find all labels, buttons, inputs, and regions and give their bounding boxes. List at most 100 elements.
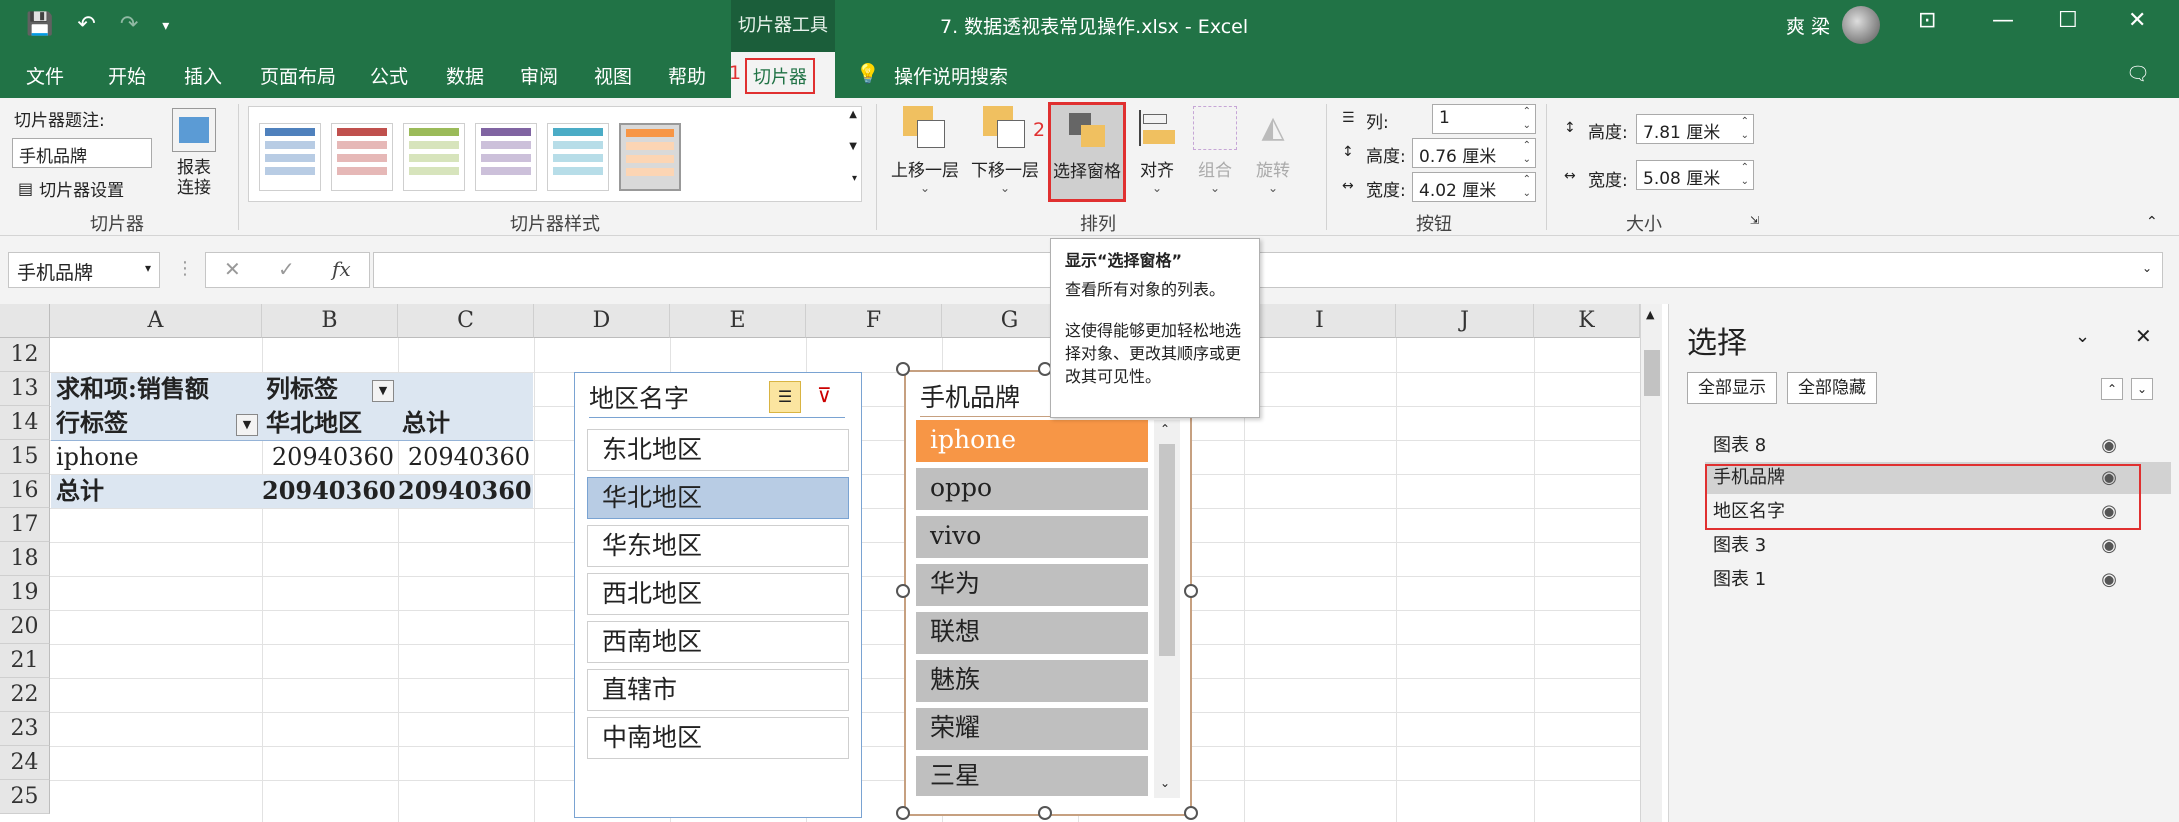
slicer-region-item[interactable]: 华东地区 — [587, 525, 849, 567]
slicer-brand-item[interactable]: 三星 — [916, 756, 1148, 796]
width-spinner[interactable]: ⌃ ⌄ — [1741, 161, 1749, 189]
slicer-brand[interactable]: 手机品牌 iphone oppo vivo 华为 联想 魅族 荣耀 三星 ⌃ ⌄ — [904, 370, 1192, 816]
height-spinner[interactable]: ⌃ ⌄ — [1741, 115, 1749, 143]
slicer-brand-item[interactable]: 联想 — [916, 612, 1148, 654]
column-header-k[interactable]: K — [1534, 304, 1640, 338]
slicer-region-item[interactable]: 西北地区 — [587, 573, 849, 615]
send-backward-order-icon[interactable]: ⌄ — [2131, 378, 2153, 400]
row-header-21[interactable]: 21 — [0, 644, 50, 678]
resize-handle[interactable] — [896, 362, 910, 376]
row-header-25[interactable]: 25 — [0, 780, 50, 814]
eye-icon[interactable]: ◉ — [2101, 564, 2117, 596]
row-header-24[interactable]: 24 — [0, 746, 50, 780]
pivot-grand-total-b[interactable]: 20940360 — [262, 474, 396, 508]
eye-icon[interactable]: ◉ — [2101, 430, 2117, 462]
slicer-region-item-selected[interactable]: 华北地区 — [587, 477, 849, 519]
button-height-spinner[interactable]: ⌃ ⌄ — [1523, 139, 1531, 167]
worksheet-grid[interactable]: A B C D E F G H I J K 12 13 14 15 16 17 … — [0, 304, 1640, 822]
column-header-d[interactable]: D — [534, 304, 670, 338]
multi-select-icon[interactable]: ☰ — [769, 381, 801, 413]
object-row-chart8[interactable]: 图表 8 ◉ — [1705, 430, 2145, 462]
resize-handle[interactable] — [1184, 806, 1198, 820]
object-row-chart3[interactable]: 图表 3 ◉ — [1705, 530, 2145, 562]
pivot-column-label[interactable]: 列标签 — [266, 372, 338, 406]
slicer-styles-gallery[interactable]: ▲ ▼ ▾ — [248, 106, 862, 202]
column-header-b[interactable]: B — [262, 304, 398, 338]
select-all-corner[interactable] — [0, 304, 50, 338]
button-width-spinner[interactable]: ⌃ ⌄ — [1523, 173, 1531, 201]
tab-review[interactable]: 审阅 — [520, 62, 558, 89]
collapse-ribbon-icon[interactable]: ⌃ — [2146, 214, 2158, 230]
row-header-13[interactable]: 13 — [0, 372, 50, 406]
tab-formulas[interactable]: 公式 — [370, 62, 408, 89]
tab-view[interactable]: 视图 — [594, 62, 632, 89]
height-input[interactable]: 7.81 厘米 ⌃ ⌄ — [1636, 114, 1754, 144]
resize-handle[interactable] — [896, 806, 910, 820]
gallery-down-icon[interactable]: ▼ — [849, 141, 857, 152]
expand-formula-icon[interactable]: ⌄ — [2142, 261, 2152, 275]
style-aqua[interactable] — [547, 123, 609, 191]
style-green[interactable] — [403, 123, 465, 191]
slicer-region-item[interactable]: 东北地区 — [587, 429, 849, 471]
user-name[interactable]: 爽 梁 — [1786, 12, 1830, 39]
formula-input[interactable]: ⌄ — [373, 252, 2163, 288]
row-header-23[interactable]: 23 — [0, 712, 50, 746]
row-header-15[interactable]: 15 — [0, 440, 50, 474]
pivot-row-iphone[interactable]: iphone — [56, 440, 139, 474]
slicer-brand-item[interactable]: vivo — [916, 516, 1148, 558]
name-box[interactable]: 手机品牌 ▾ — [8, 252, 160, 288]
hide-all-button[interactable]: 全部隐藏 — [1787, 372, 1877, 404]
button-height-input[interactable]: 0.76 厘米 ⌃ ⌄ — [1412, 138, 1536, 168]
row-header-19[interactable]: 19 — [0, 576, 50, 610]
slicer-region-item[interactable]: 中南地区 — [587, 717, 849, 759]
columns-input[interactable]: 1 ⌃ ⌄ — [1432, 104, 1536, 134]
slicer-region[interactable]: 地区名字 ☰ ⊽ 东北地区 华北地区 华东地区 西北地区 西南地区 直辖市 中南… — [574, 372, 862, 818]
slicer-scroll-thumb[interactable] — [1159, 444, 1175, 656]
slicer-brand-item-selected[interactable]: iphone — [916, 420, 1148, 462]
comments-icon[interactable]: 🗨 — [2126, 62, 2150, 85]
avatar[interactable] — [1842, 6, 1880, 44]
slicer-caption-input[interactable]: 手机品牌 — [12, 138, 152, 168]
show-all-button[interactable]: 全部显示 — [1687, 372, 1777, 404]
column-header-c[interactable]: C — [398, 304, 534, 338]
column-header-e[interactable]: E — [670, 304, 806, 338]
tab-page-layout[interactable]: 页面布局 — [260, 62, 336, 89]
redo-icon[interactable]: ↷ — [120, 12, 138, 37]
style-purple[interactable] — [475, 123, 537, 191]
gallery-up-icon[interactable]: ▲ — [849, 109, 857, 120]
style-red[interactable] — [331, 123, 393, 191]
pivot-column-north[interactable]: 华北地区 — [266, 406, 362, 440]
pane-options-icon[interactable]: ⌄ — [2075, 326, 2090, 347]
scroll-down-icon[interactable]: ⌄ — [1160, 776, 1170, 790]
pivot-grand-total-c[interactable]: 20940360 — [398, 474, 532, 508]
button-width-input[interactable]: 4.02 厘米 ⌃ ⌄ — [1412, 172, 1536, 202]
pivot-grand-total-label[interactable]: 总计 — [56, 474, 104, 508]
resize-handle[interactable] — [1184, 584, 1198, 598]
slicer-region-item[interactable]: 直辖市 — [587, 669, 849, 711]
clear-filter-icon[interactable]: ⊽ — [817, 383, 832, 407]
column-header-j[interactable]: J — [1396, 304, 1534, 338]
resize-handle[interactable] — [1038, 806, 1052, 820]
tab-insert[interactable]: 插入 — [184, 62, 222, 89]
resize-handle[interactable] — [896, 584, 910, 598]
style-blue[interactable] — [259, 123, 321, 191]
columns-spinner[interactable]: ⌃ ⌄ — [1523, 105, 1531, 133]
save-icon[interactable]: 💾 — [26, 12, 53, 37]
send-backward-button[interactable]: 下移一层 ⌄ — [968, 106, 1042, 195]
slicer-brand-item[interactable]: 荣耀 — [916, 708, 1148, 750]
bring-forward-button[interactable]: 上移一层 ⌄ — [888, 106, 962, 195]
row-header-20[interactable]: 20 — [0, 610, 50, 644]
scroll-up-icon[interactable]: ⌃ — [1160, 422, 1170, 436]
eye-icon[interactable]: ◉ — [2101, 530, 2117, 562]
selection-pane-button[interactable]: 2 选择窗格 — [1033, 102, 1126, 202]
gallery-more-icon[interactable]: ▾ — [852, 173, 857, 184]
row-header-22[interactable]: 22 — [0, 678, 50, 712]
align-button[interactable]: 对齐 ⌄ — [1134, 106, 1180, 195]
undo-icon[interactable]: ↶ — [77, 12, 95, 37]
column-header-f[interactable]: F — [806, 304, 942, 338]
column-header-i[interactable]: I — [1244, 304, 1396, 338]
width-input[interactable]: 5.08 厘米 ⌃ ⌄ — [1636, 160, 1754, 190]
scroll-up-icon[interactable]: ▲ — [1646, 308, 1654, 321]
pivot-value-b15[interactable]: 20940360 — [262, 440, 394, 474]
tab-home[interactable]: 开始 — [108, 62, 146, 89]
